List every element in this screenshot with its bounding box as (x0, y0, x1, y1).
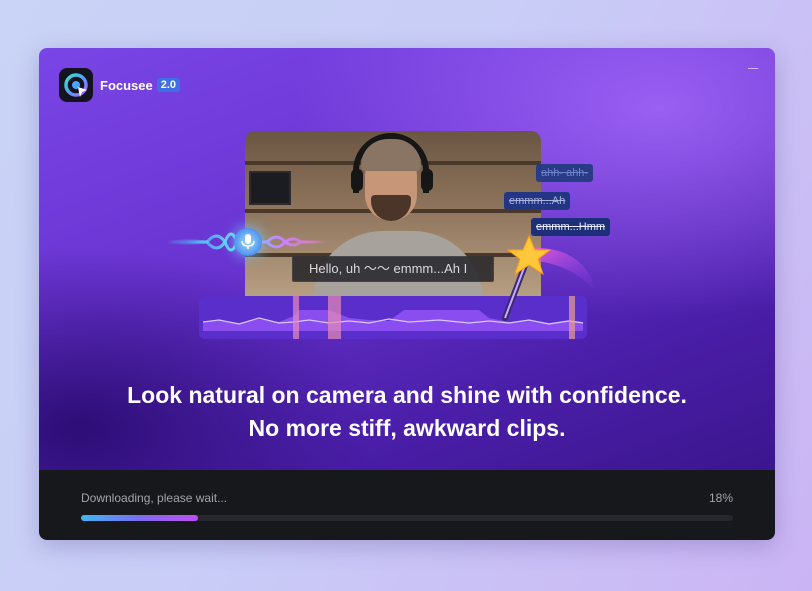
tv-icon (249, 171, 291, 205)
headline-line-2: No more stiff, awkward clips. (248, 415, 566, 441)
filler-word-tag: ahh- ahh- (536, 164, 594, 182)
headline: Look natural on camera and shine with co… (39, 379, 775, 445)
download-percent: 18% (708, 491, 733, 505)
app-logo: Focusee 2.0 (59, 68, 181, 102)
progress-bar (81, 515, 733, 521)
app-name: Focusee (100, 77, 153, 93)
installer-window: Focusee 2.0 Hello, uh 〜〜 emmm...Ah I ahh… (39, 48, 775, 540)
microphone-icon (234, 228, 262, 256)
hero-panel: Focusee 2.0 Hello, uh 〜〜 emmm...Ah I ahh… (39, 48, 775, 470)
download-footer: Downloading, please wait... 18% (39, 470, 775, 540)
version-badge: 2.0 (156, 78, 181, 92)
magic-wand-icon (502, 234, 597, 321)
minimize-button[interactable] (748, 68, 758, 69)
download-status: Downloading, please wait... (81, 491, 228, 505)
caption-text: Hello, uh 〜〜 emmm...Ah I (292, 256, 494, 282)
progress-fill (81, 515, 199, 521)
focusee-logo-icon (59, 68, 93, 102)
filler-word-tag: emmm...Ah (504, 192, 571, 210)
headline-line-1: Look natural on camera and shine with co… (127, 382, 687, 408)
